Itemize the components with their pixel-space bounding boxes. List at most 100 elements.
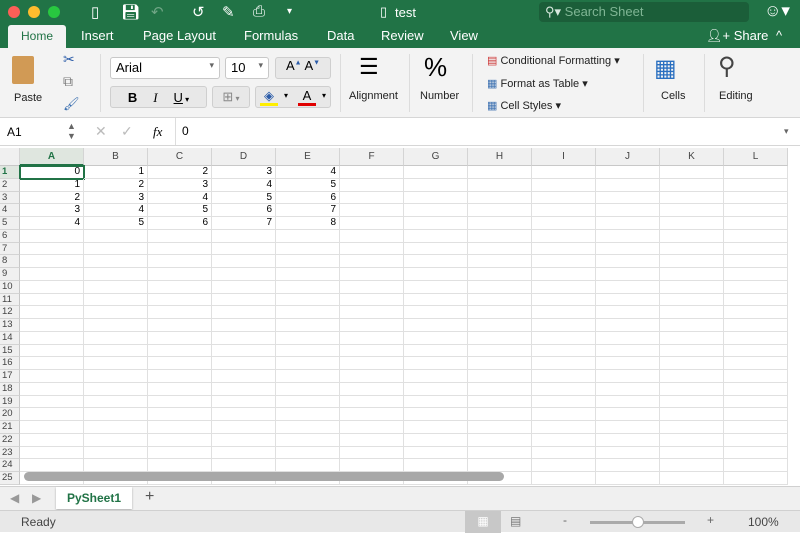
cell-E20[interactable] xyxy=(276,408,340,421)
cell-I10[interactable] xyxy=(532,280,596,294)
cell-J3[interactable] xyxy=(596,191,660,205)
row-header-9[interactable]: 9 xyxy=(0,268,20,281)
cell-D24[interactable] xyxy=(212,459,276,472)
cell-E22[interactable] xyxy=(276,433,340,447)
tab-view[interactable]: View xyxy=(450,28,478,43)
cell-D4[interactable]: 6 xyxy=(212,204,276,217)
collapse-ribbon-icon[interactable]: ^ xyxy=(776,28,782,43)
cell-H16[interactable] xyxy=(468,357,532,370)
cell-H20[interactable] xyxy=(468,408,532,421)
cell-A22[interactable] xyxy=(20,433,84,447)
row-header-25[interactable]: 25 xyxy=(0,472,20,485)
confirm-icon[interactable]: ✓ xyxy=(121,123,133,140)
cell-E23[interactable] xyxy=(276,446,340,460)
cell-E16[interactable] xyxy=(276,357,340,370)
cell-F12[interactable] xyxy=(340,306,404,319)
cell-A2[interactable]: 1 xyxy=(20,178,84,192)
cell-B11[interactable] xyxy=(84,293,148,307)
cell-H24[interactable] xyxy=(468,459,532,472)
cell-L22[interactable] xyxy=(724,433,788,447)
cell-C11[interactable] xyxy=(148,293,212,307)
cell-G19[interactable] xyxy=(404,395,468,409)
cell-C10[interactable] xyxy=(148,280,212,294)
cell-B7[interactable] xyxy=(84,242,148,256)
tab-home[interactable]: Home xyxy=(8,25,66,49)
cell-K25[interactable] xyxy=(660,472,724,485)
row-header-2[interactable]: 2 xyxy=(0,178,20,192)
cell-K4[interactable] xyxy=(660,204,724,217)
cell-D7[interactable] xyxy=(212,242,276,256)
cell-A24[interactable] xyxy=(20,459,84,472)
row-header-15[interactable]: 15 xyxy=(0,344,20,358)
cell-L10[interactable] xyxy=(724,280,788,294)
cell-J23[interactable] xyxy=(596,446,660,460)
cell-C18[interactable] xyxy=(148,382,212,396)
cell-F18[interactable] xyxy=(340,382,404,396)
cell-E24[interactable] xyxy=(276,459,340,472)
save-icon[interactable]: 💾︎ xyxy=(121,3,140,21)
cell-J14[interactable] xyxy=(596,331,660,345)
cell-H5[interactable] xyxy=(468,217,532,230)
cell-B3[interactable]: 3 xyxy=(84,191,148,205)
cell-C24[interactable] xyxy=(148,459,212,472)
cell-F11[interactable] xyxy=(340,293,404,307)
cell-A18[interactable] xyxy=(20,382,84,396)
cell-G17[interactable] xyxy=(404,370,468,383)
cell-E21[interactable] xyxy=(276,421,340,434)
cell-C19[interactable] xyxy=(148,395,212,409)
cell-L25[interactable] xyxy=(724,472,788,485)
cell-H19[interactable] xyxy=(468,395,532,409)
cell-D10[interactable] xyxy=(212,280,276,294)
cell-F4[interactable] xyxy=(340,204,404,217)
cell-J4[interactable] xyxy=(596,204,660,217)
cell-A10[interactable] xyxy=(20,280,84,294)
cell-A11[interactable] xyxy=(20,293,84,307)
cell-I23[interactable] xyxy=(532,446,596,460)
cell-F22[interactable] xyxy=(340,433,404,447)
cell-D16[interactable] xyxy=(212,357,276,370)
cell-L24[interactable] xyxy=(724,459,788,472)
cell-G1[interactable] xyxy=(404,166,468,179)
cell-B23[interactable] xyxy=(84,446,148,460)
cell-J11[interactable] xyxy=(596,293,660,307)
copy-icon[interactable]: ⧉ xyxy=(63,73,73,90)
cell-A6[interactable] xyxy=(20,229,84,243)
cell-J18[interactable] xyxy=(596,382,660,396)
cell-H15[interactable] xyxy=(468,344,532,358)
italic-button[interactable]: I xyxy=(153,90,157,105)
cell-J20[interactable] xyxy=(596,408,660,421)
row-header-20[interactable]: 20 xyxy=(0,408,20,421)
cell-F20[interactable] xyxy=(340,408,404,421)
cell-H21[interactable] xyxy=(468,421,532,434)
cell-F17[interactable] xyxy=(340,370,404,383)
column-header-L[interactable]: L xyxy=(724,148,788,166)
row-header-8[interactable]: 8 xyxy=(0,255,20,268)
row-header-5[interactable]: 5 xyxy=(0,217,20,230)
cell-D8[interactable] xyxy=(212,255,276,268)
cell-C7[interactable] xyxy=(148,242,212,256)
cell-L21[interactable] xyxy=(724,421,788,434)
cell-C22[interactable] xyxy=(148,433,212,447)
cell-F6[interactable] xyxy=(340,229,404,243)
cell-J25[interactable] xyxy=(596,472,660,485)
cell-I19[interactable] xyxy=(532,395,596,409)
cell-L8[interactable] xyxy=(724,255,788,268)
cell-K21[interactable] xyxy=(660,421,724,434)
cell-I2[interactable] xyxy=(532,178,596,192)
sidebar-toggle-icon[interactable]: ▯ xyxy=(91,3,99,21)
cell-A9[interactable] xyxy=(20,268,84,281)
cell-L2[interactable] xyxy=(724,178,788,192)
cell-D17[interactable] xyxy=(212,370,276,383)
cell-L17[interactable] xyxy=(724,370,788,383)
row-header-24[interactable]: 24 xyxy=(0,459,20,472)
paste-button[interactable]: Paste xyxy=(8,54,50,112)
cell-E2[interactable]: 5 xyxy=(276,178,340,192)
cell-L18[interactable] xyxy=(724,382,788,396)
cell-J5[interactable] xyxy=(596,217,660,230)
cell-B5[interactable]: 5 xyxy=(84,217,148,230)
cell-A15[interactable] xyxy=(20,344,84,358)
cell-D1[interactable]: 3 xyxy=(212,166,276,179)
cell-D14[interactable] xyxy=(212,331,276,345)
cell-G12[interactable] xyxy=(404,306,468,319)
cell-H17[interactable] xyxy=(468,370,532,383)
